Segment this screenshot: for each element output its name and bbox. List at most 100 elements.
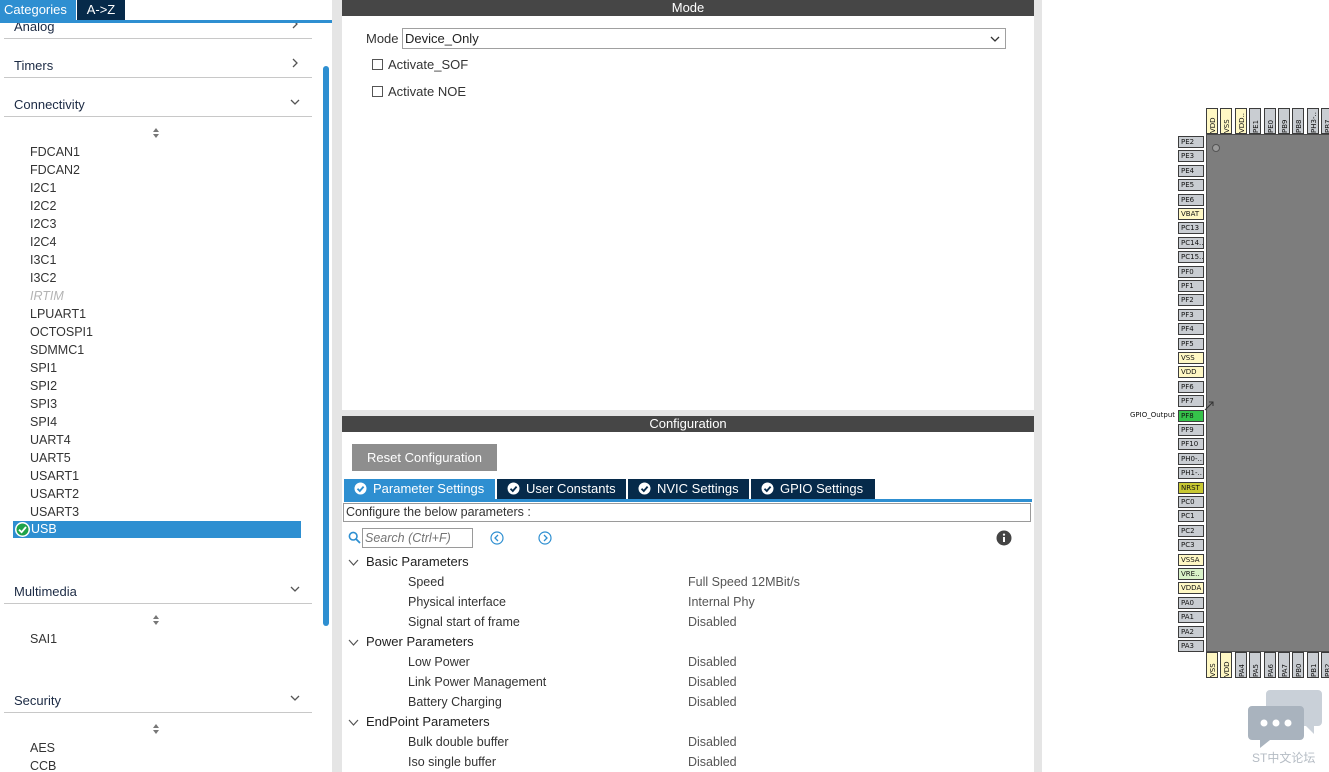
pin-pb7[interactable]: PB7	[1321, 108, 1329, 134]
pin-pa3[interactable]: PA3	[1178, 640, 1204, 652]
next-match-icon[interactable]	[538, 531, 552, 545]
category-security[interactable]: Security	[4, 689, 312, 713]
splitter[interactable]	[332, 0, 342, 772]
pin-pb9[interactable]: PB9	[1278, 108, 1290, 134]
pin-vdd[interactable]: VDD..	[1234, 108, 1247, 134]
pin-pa4[interactable]: PA4	[1234, 652, 1247, 678]
pin-pa0[interactable]: PA0	[1178, 596, 1204, 609]
tab-parameter-settings[interactable]: Parameter Settings	[344, 479, 495, 499]
list-item[interactable]: I2C2	[30, 197, 56, 215]
list-item[interactable]: I3C1	[30, 251, 56, 269]
list-item[interactable]: UART4	[30, 431, 71, 449]
tab-categories[interactable]: Categories	[0, 0, 76, 20]
list-item[interactable]: FDCAN2	[30, 161, 80, 179]
list-item[interactable]: SDMMC1	[30, 341, 84, 359]
pin-pc15[interactable]: PC15..	[1178, 251, 1204, 264]
pin-pe0[interactable]: PE0	[1263, 108, 1276, 134]
list-item[interactable]: UART5	[30, 449, 71, 467]
pin-pb0[interactable]: PB0	[1292, 652, 1305, 678]
list-item[interactable]: SPI3	[30, 395, 57, 413]
pin-pc1[interactable]: PC1	[1178, 510, 1204, 523]
pin-pf3[interactable]: PF3	[1178, 308, 1204, 321]
pin-pa2[interactable]: PA2	[1178, 625, 1204, 638]
param-value[interactable]: Disabled	[688, 675, 737, 689]
pin-pe6[interactable]: PE6	[1178, 193, 1204, 206]
pin-pe5[interactable]: PE5	[1178, 179, 1204, 192]
pin-vdd[interactable]: VDD	[1220, 652, 1233, 678]
category-timers[interactable]: Timers	[4, 54, 312, 78]
list-item[interactable]: SPI4	[30, 413, 57, 431]
list-item[interactable]: I2C3	[30, 215, 56, 233]
mode-select[interactable]: Device_Only	[402, 28, 1006, 49]
pin-ph3[interactable]: PH3-..	[1306, 108, 1319, 134]
list-item[interactable]: IRTIM	[30, 287, 64, 305]
pin-pa1[interactable]: PA1	[1178, 611, 1204, 624]
param-value[interactable]: Disabled	[688, 655, 737, 669]
list-item[interactable]: I3C2	[30, 269, 56, 287]
previous-match-icon[interactable]	[490, 531, 504, 545]
list-item[interactable]: SAI1	[30, 630, 57, 648]
pin-pa5[interactable]: PA5	[1249, 652, 1262, 678]
pin-pf0[interactable]: PF0	[1178, 265, 1204, 278]
pin-pb2[interactable]: PB2	[1321, 652, 1329, 678]
tab-gpio-settings[interactable]: GPIO Settings	[751, 479, 875, 499]
pin-pf6[interactable]: PF6	[1178, 380, 1204, 393]
list-item[interactable]: SPI2	[30, 377, 57, 395]
pin-pc2[interactable]: PC2	[1178, 524, 1204, 537]
param-value[interactable]: Full Speed 12MBit/s	[688, 575, 800, 589]
param-value[interactable]: Disabled	[688, 695, 737, 709]
pin-pe3[interactable]: PE3	[1178, 150, 1204, 163]
pin-pa7[interactable]: PA7	[1278, 652, 1290, 678]
pin-pc13[interactable]: PC13	[1178, 222, 1204, 235]
param-value[interactable]: Disabled	[688, 735, 737, 749]
pin-pb1[interactable]: PB1	[1306, 652, 1319, 678]
mcu-package[interactable]	[1206, 134, 1329, 652]
tab-a-to-z[interactable]: A->Z	[77, 0, 125, 20]
list-item[interactable]: OCTOSPI1	[30, 323, 93, 341]
list-item-usb-selected[interactable]: USB	[13, 521, 301, 538]
pin-pf7[interactable]: PF7	[1178, 395, 1204, 408]
pin-pf5[interactable]: PF5	[1178, 337, 1204, 350]
tab-user-constants[interactable]: User Constants	[497, 479, 626, 499]
pin-vre[interactable]: VRE..	[1178, 568, 1204, 580]
sort-icon[interactable]	[150, 723, 162, 735]
pin-pf9[interactable]: PF9	[1178, 424, 1204, 436]
pin-vss[interactable]: VSS	[1178, 352, 1204, 364]
pin-pf4[interactable]: PF4	[1178, 323, 1204, 336]
pin-pb8[interactable]: PB8	[1292, 108, 1305, 134]
reset-configuration-button[interactable]: Reset Configuration	[352, 444, 497, 471]
pin-pe4[interactable]: PE4	[1178, 164, 1204, 177]
pin-vdda[interactable]: VDDA	[1178, 582, 1204, 595]
pin-vss[interactable]: VSS	[1206, 652, 1218, 678]
param-value[interactable]: Internal Phy	[688, 595, 755, 609]
pin-pf8[interactable]: PF8	[1178, 409, 1204, 422]
splitter[interactable]	[1034, 0, 1042, 772]
pin-vbat[interactable]: VBAT	[1178, 208, 1204, 220]
pin-pc3[interactable]: PC3	[1178, 539, 1204, 552]
list-item[interactable]: FDCAN1	[30, 143, 80, 161]
pin-pc0[interactable]: PC0	[1178, 496, 1204, 508]
pin-vss[interactable]: VSS	[1220, 108, 1233, 134]
search-input[interactable]	[362, 528, 473, 548]
pin-vdd[interactable]: VDD	[1178, 366, 1204, 379]
pin-vdd[interactable]: VDD	[1206, 108, 1218, 134]
pin-pf2[interactable]: PF2	[1178, 294, 1204, 307]
pin-pc14[interactable]: PC14..	[1178, 236, 1204, 249]
tab-nvic-settings[interactable]: NVIC Settings	[628, 479, 749, 499]
list-item[interactable]: AES	[30, 739, 55, 757]
list-item[interactable]: USART1	[30, 467, 79, 485]
pin-pe1[interactable]: PE1	[1249, 108, 1262, 134]
param-value[interactable]: Disabled	[688, 615, 737, 629]
pin-pf10[interactable]: PF10	[1178, 438, 1204, 451]
list-item[interactable]: USART3	[30, 503, 79, 521]
pin-ph1[interactable]: PH1-..	[1178, 467, 1204, 480]
pin-nrst[interactable]: NRST	[1178, 481, 1204, 494]
list-item[interactable]: I2C1	[30, 179, 56, 197]
list-item[interactable]: SPI1	[30, 359, 57, 377]
info-icon[interactable]	[996, 530, 1012, 546]
checkbox-box[interactable]	[372, 86, 383, 97]
pin-pa6[interactable]: PA6	[1263, 652, 1276, 678]
category-analog[interactable]: Analog	[4, 23, 312, 39]
sort-icon[interactable]	[150, 127, 162, 139]
category-multimedia[interactable]: Multimedia	[4, 580, 312, 604]
